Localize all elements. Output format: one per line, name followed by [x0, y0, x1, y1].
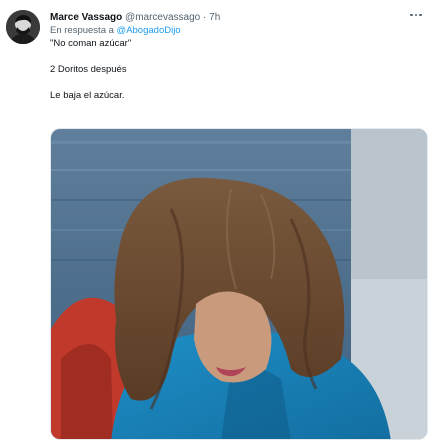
avatar-image [6, 10, 40, 44]
more-horizontal-icon [410, 13, 413, 17]
user-handle[interactable]: @marcevassago [125, 12, 200, 23]
tweet-text-line-3: Le baja el azúcar. [50, 90, 125, 101]
more-dot [414, 13, 418, 17]
more-dot [419, 13, 422, 17]
tweet-media-image[interactable] [50, 128, 428, 440]
tweet-header: Marce Vassago @marcevassago · 7h [50, 11, 427, 24]
reply-prefix: En respuesta a [50, 25, 114, 36]
more-options-button[interactable] [407, 8, 425, 22]
separator: · [203, 12, 207, 23]
reply-mention-link[interactable]: @AbogadoDijo [117, 25, 181, 36]
tweet: Marce Vassago @marcevassago · 7h En resp… [0, 0, 433, 440]
reply-context: En respuesta a @AbogadoDijo [50, 24, 427, 37]
tweet-content: Marce Vassago @marcevassago · 7h En resp… [50, 11, 427, 102]
media-photo [51, 129, 427, 439]
tweet-text-line-2: 2 Doritos después [50, 64, 127, 75]
display-name[interactable]: Marce Vassago [50, 12, 122, 23]
tweet-text-line-1: "No coman azúcar" [50, 38, 132, 49]
avatar[interactable] [6, 10, 40, 44]
timestamp[interactable]: 7h [209, 12, 220, 23]
